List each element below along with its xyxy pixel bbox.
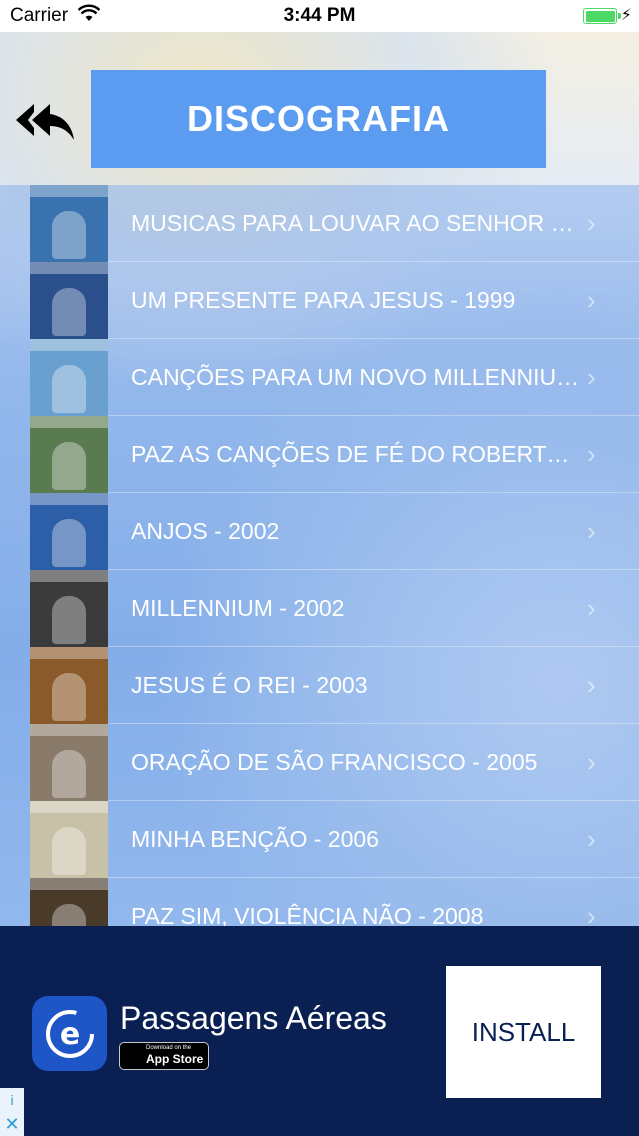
album-title: JESUS É O REI - 2003 [131,672,368,698]
discography-screen: DISCOGRAFIA MUSICAS PARA LOUVAR AO SENHO… [0,32,639,926]
album-row[interactable]: ORAÇÃO DE SÃO FRANCISCO - 2005 › [0,724,639,801]
chevron-right-icon: › [587,747,596,777]
album-cover [30,647,108,724]
chevron-right-icon: › [587,670,596,700]
svg-text:e: e [59,1017,79,1052]
app-store-badge[interactable]: Download on the App Store [119,1042,209,1070]
album-row[interactable]: UM PRESENTE PARA JESUS - 1999 › [0,262,639,339]
album-title: MINHA BENÇÃO - 2006 [131,826,379,852]
album-cover [30,878,108,926]
page-title: DISCOGRAFIA [187,98,450,139]
album-row[interactable]: JESUS É O REI - 2003 › [0,647,639,724]
charging-icon: ⚡ [620,7,632,24]
install-button[interactable]: INSTALL [446,966,601,1098]
chevron-right-icon: › [587,285,596,315]
album-title: ANJOS - 2002 [131,518,280,544]
album-cover [30,724,108,801]
album-list[interactable]: MUSICAS PARA LOUVAR AO SENHOR - 1998 › U… [0,185,639,926]
album-cover [30,262,108,339]
album-title: PAZ AS CANÇÕES DE FÉ DO ROBERTO CARLOS -… [131,441,581,467]
album-title: UM PRESENTE PARA JESUS - 1999 [131,287,516,313]
double-back-arrow-icon [16,104,74,140]
back-button[interactable] [14,102,76,142]
album-title: ORAÇÃO DE SÃO FRANCISCO - 2005 [131,749,538,775]
chevron-right-icon: › [587,516,596,546]
album-row[interactable]: PAZ SIM, VIOLÊNCIA NÃO - 2008 › [0,878,639,926]
status-bar: Carrier 3:44 PM ⚡ [0,0,639,32]
album-cover [30,493,108,570]
ad-title[interactable]: Passagens Aéreas [120,1000,387,1037]
album-cover [30,185,108,262]
album-row[interactable]: PAZ AS CANÇÕES DE FÉ DO ROBERTO CARLOS -… [0,416,639,493]
album-row[interactable]: ANJOS - 2002 › [0,493,639,570]
album-row[interactable]: MINHA BENÇÃO - 2006 › [0,801,639,878]
badge-big-text: App Store [146,1052,204,1066]
album-title: MILLENNIUM - 2002 [131,595,345,621]
album-title: CANÇÕES PARA UM NOVO MILLENNIUM - 2000 [131,364,581,390]
album-title: MUSICAS PARA LOUVAR AO SENHOR - 1998 [131,210,581,236]
album-row[interactable]: MUSICAS PARA LOUVAR AO SENHOR - 1998 › [0,185,639,262]
chevron-right-icon: › [587,208,596,238]
expedia-e-icon[interactable]: e [32,996,107,1071]
chevron-right-icon: › [587,901,596,926]
album-row[interactable]: MILLENNIUM - 2002 › [0,570,639,647]
ad-close-icon[interactable]: ✕ [0,1112,24,1136]
page-title-box: DISCOGRAFIA [91,70,546,168]
chevron-right-icon: › [587,824,596,854]
album-cover [30,339,108,416]
chevron-right-icon: › [587,439,596,469]
album-title: PAZ SIM, VIOLÊNCIA NÃO - 2008 [131,903,484,926]
album-cover [30,416,108,493]
clock: 3:44 PM [283,5,356,26]
album-cover [30,570,108,647]
album-cover [30,801,108,878]
chevron-right-icon: › [587,593,596,623]
badge-small-text: Download on the [146,1045,192,1051]
album-row[interactable]: CANÇÕES PARA UM NOVO MILLENNIUM - 2000 › [0,339,639,416]
header: DISCOGRAFIA [0,32,639,185]
chevron-right-icon: › [587,362,596,392]
battery-icon [583,8,621,24]
ad-banner[interactable]: e Passagens Aéreas Download on the App S… [0,926,639,1136]
adchoices-info-icon[interactable]: i [0,1088,24,1112]
install-label: INSTALL [471,1016,576,1047]
